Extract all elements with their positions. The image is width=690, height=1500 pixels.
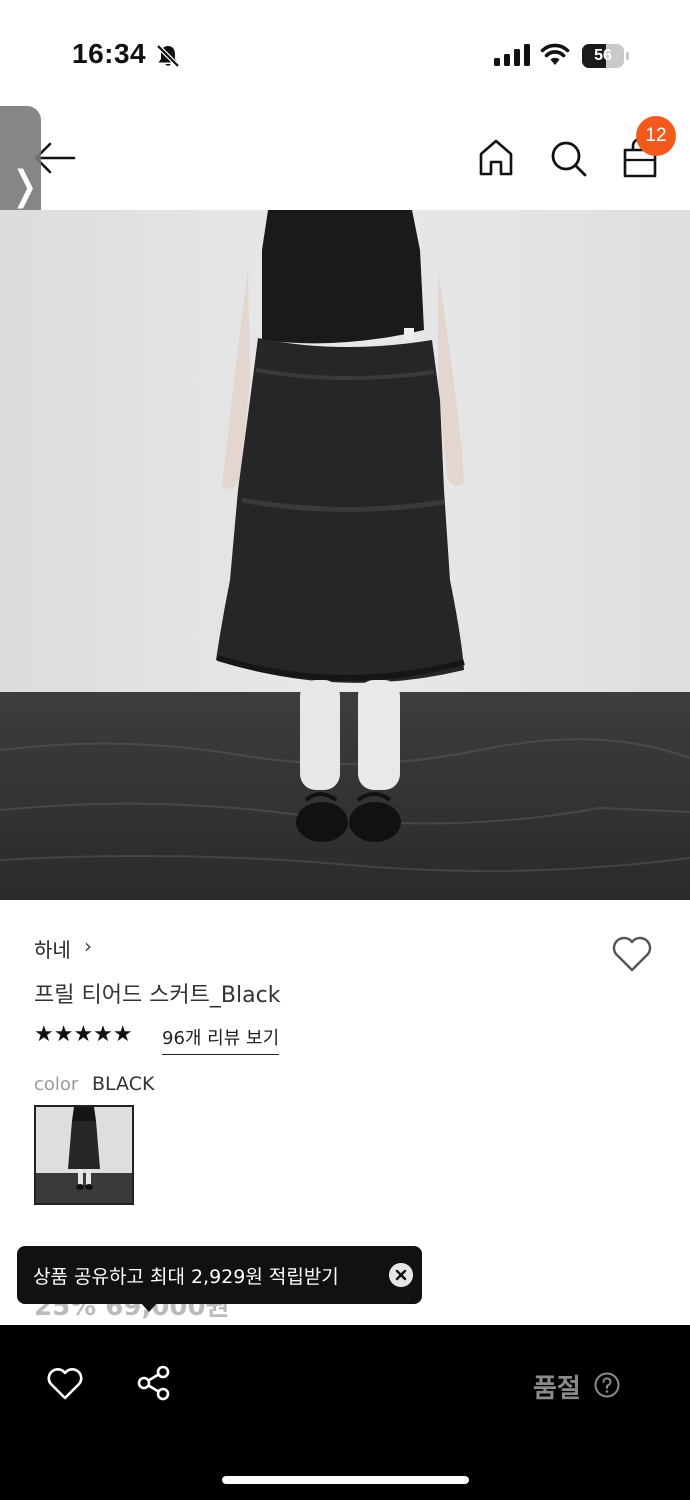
close-icon[interactable]: [389, 1263, 413, 1287]
bottom-action-bar: 품절: [0, 1325, 690, 1500]
bell-off-icon: [156, 44, 180, 68]
wifi-icon: [540, 43, 570, 65]
help-circle-icon[interactable]: [594, 1372, 620, 1398]
toast-message: 상품 공유하고 최대 2,929원 적립받기: [33, 1266, 339, 1288]
heart-icon[interactable]: [46, 1367, 84, 1401]
toast-pointer: [140, 1302, 158, 1312]
home-icon[interactable]: [476, 136, 516, 180]
cellular-signal-icon: [494, 44, 530, 66]
status-bar: 16:34 56: [0, 0, 690, 110]
battery-indicator: 56: [582, 44, 630, 68]
share-icon[interactable]: [136, 1365, 172, 1401]
top-navigation: [0, 110, 690, 210]
color-swatch-black[interactable]: [34, 1105, 134, 1205]
product-title: 프릴 티어드 스커트_Black: [34, 983, 281, 1008]
search-icon[interactable]: [548, 136, 588, 180]
brand-link[interactable]: 하네: [34, 934, 71, 963]
chevron-right-icon: ›: [84, 934, 92, 958]
chevron-right-icon: ❭: [8, 163, 42, 209]
cart-count-badge: 12: [636, 116, 676, 156]
product-photo[interactable]: [0, 210, 690, 900]
color-option-label: color: [34, 1074, 79, 1095]
share-reward-toast[interactable]: 상품 공유하고 최대 2,929원 적립받기: [17, 1246, 422, 1304]
home-indicator: [222, 1476, 469, 1484]
product-image: [0, 210, 690, 900]
soldout-label: 품절: [533, 1374, 581, 1404]
swatch-thumbnail: [36, 1107, 132, 1203]
color-option-value: BLACK: [92, 1073, 155, 1095]
heart-icon[interactable]: [610, 934, 654, 974]
review-link[interactable]: 96개 리뷰 보기: [162, 1024, 280, 1055]
battery-percent: 56: [594, 47, 612, 64]
rating-stars: ★★★★★: [34, 1022, 133, 1047]
status-time: 16:34: [72, 38, 147, 69]
